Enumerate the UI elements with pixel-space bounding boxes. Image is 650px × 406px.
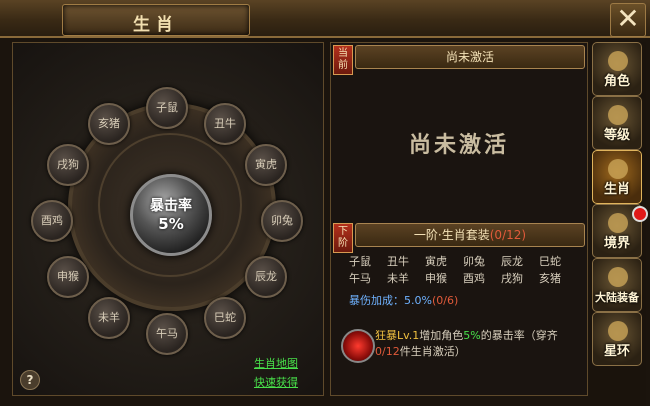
- bonus-count: (0/6): [431, 294, 459, 307]
- zodiac-node-dog[interactable]: 戌狗: [47, 144, 89, 186]
- zodiac-node-rat[interactable]: 子鼠: [146, 87, 188, 129]
- nav-continent-equip-button[interactable]: 大陆装备: [592, 258, 642, 312]
- zodiac-node-dragon[interactable]: 辰龙: [245, 256, 287, 298]
- set-item: 午马: [349, 272, 371, 285]
- nav-label: 星环: [603, 344, 630, 359]
- crit-rate-orb: 暴击率 5%: [130, 174, 212, 256]
- skill-text-b: 的暴击率（穿齐: [480, 329, 558, 342]
- crit-rate-value: 5%: [158, 215, 184, 233]
- zodiac-node-ox[interactable]: 丑牛: [204, 103, 246, 145]
- set-item: 亥猪: [539, 272, 561, 285]
- bonus-label: 暴伤加成：5.0%: [349, 294, 432, 307]
- crit-damage-bonus: 暴伤加成：5.0%(0/6): [349, 292, 458, 308]
- help-button[interactable]: ?: [20, 370, 40, 390]
- next-header-count: (0/12): [489, 228, 527, 242]
- nav-label: 大陆装备: [595, 291, 639, 304]
- close-button[interactable]: ✕: [610, 3, 646, 37]
- set-item: 戌狗: [501, 272, 523, 285]
- title-bar: 生肖 ✕: [0, 0, 650, 38]
- nav-level-button[interactable]: 等级: [592, 96, 642, 150]
- set-item: 卯兔: [463, 255, 485, 268]
- nav-label: 等级: [603, 128, 630, 143]
- nav-star-ring-button[interactable]: 星环: [592, 312, 642, 366]
- next-header-title: 一阶·生肖套装: [413, 228, 490, 242]
- zodiac-node-pig[interactable]: 亥猪: [88, 103, 130, 145]
- nav-label: 境界: [603, 236, 630, 251]
- set-item: 未羊: [387, 272, 409, 285]
- zodiac-set-row: 午马 未羊 申猴 酉鸡 戌狗 亥猪: [349, 270, 577, 287]
- berserk-skill-icon: [341, 329, 375, 363]
- zodiac-node-horse[interactable]: 午马: [146, 313, 188, 355]
- nav-character-button[interactable]: 角色: [592, 42, 642, 96]
- zodiac-node-rabbit[interactable]: 卯兔: [261, 200, 303, 242]
- continent-equip-icon: [608, 267, 628, 287]
- crit-rate-label: 暴击率: [150, 198, 192, 214]
- zodiac-node-tiger[interactable]: 寅虎: [245, 144, 287, 186]
- set-item: 寅虎: [425, 255, 447, 268]
- skill-pct: 5%: [463, 329, 481, 342]
- notification-dot: [632, 206, 648, 222]
- zodiac-set-row: 子鼠 丑牛 寅虎 卯兔 辰龙 巳蛇: [349, 253, 577, 270]
- character-icon: [608, 51, 628, 71]
- set-item: 丑牛: [387, 255, 409, 268]
- zodiac-node-rooster[interactable]: 酉鸡: [31, 200, 73, 242]
- nav-label: 生肖: [603, 182, 630, 197]
- set-item: 子鼠: [349, 255, 371, 268]
- set-item: 申猴: [425, 272, 447, 285]
- skill-name: 狂暴Lv.1: [375, 329, 420, 342]
- window-title: 生肖: [133, 15, 179, 35]
- next-header: 一阶·生肖套装(0/12): [355, 223, 585, 247]
- set-item: 巳蛇: [539, 255, 561, 268]
- current-tag: 当前: [333, 45, 353, 75]
- nav-zodiac-button[interactable]: 生肖: [592, 150, 642, 204]
- zodiac-icon: [608, 159, 628, 179]
- next-tag: 下阶: [333, 223, 353, 253]
- skill-text-a: 增加角色: [419, 329, 464, 342]
- current-status: 尚未激活: [408, 133, 509, 158]
- title-plate: 生肖: [62, 4, 250, 36]
- star-ring-icon: [608, 321, 628, 341]
- nav-label: 角色: [603, 74, 630, 89]
- quick-obtain-link[interactable]: 快速获得: [254, 374, 298, 390]
- zodiac-info-panel: 当前 尚未激活 尚未激活 下阶 一阶·生肖套装(0/12) 子鼠 丑牛 寅虎 卯…: [330, 42, 588, 396]
- zodiac-node-monkey[interactable]: 申猴: [47, 256, 89, 298]
- zodiac-wheel-panel: 子鼠 丑牛 寅虎 卯兔 辰龙 巳蛇 午马 未羊 申猴 酉鸡 戌狗 亥猪 暴击率 …: [12, 42, 324, 396]
- current-header: 尚未激活: [355, 45, 585, 69]
- zodiac-window: 生肖 ✕ 子鼠 丑牛 寅虎 卯兔 辰龙 巳蛇 午马 未羊 申猴 酉鸡 戌狗 亥猪…: [0, 0, 650, 406]
- set-item: 酉鸡: [463, 272, 485, 285]
- zodiac-set-list: 子鼠 丑牛 寅虎 卯兔 辰龙 巳蛇 午马 未羊 申猴 酉鸡 戌狗 亥猪: [349, 253, 577, 287]
- zodiac-map-link[interactable]: 生肖地图: [254, 355, 298, 371]
- skill-count: 0/12: [375, 345, 400, 358]
- skill-text-c: 件生肖激活）: [399, 345, 466, 358]
- realm-icon: [608, 213, 628, 233]
- level-icon: [608, 105, 628, 125]
- zodiac-node-snake[interactable]: 巳蛇: [204, 297, 246, 339]
- set-item: 辰龙: [501, 255, 523, 268]
- skill-description: 狂暴Lv.1增加角色5%的暴击率（穿齐 0/12件生肖激活）: [375, 328, 585, 360]
- side-nav: 角色 等级 生肖 境界 大陆装备 星环: [590, 42, 646, 406]
- zodiac-node-goat[interactable]: 未羊: [88, 297, 130, 339]
